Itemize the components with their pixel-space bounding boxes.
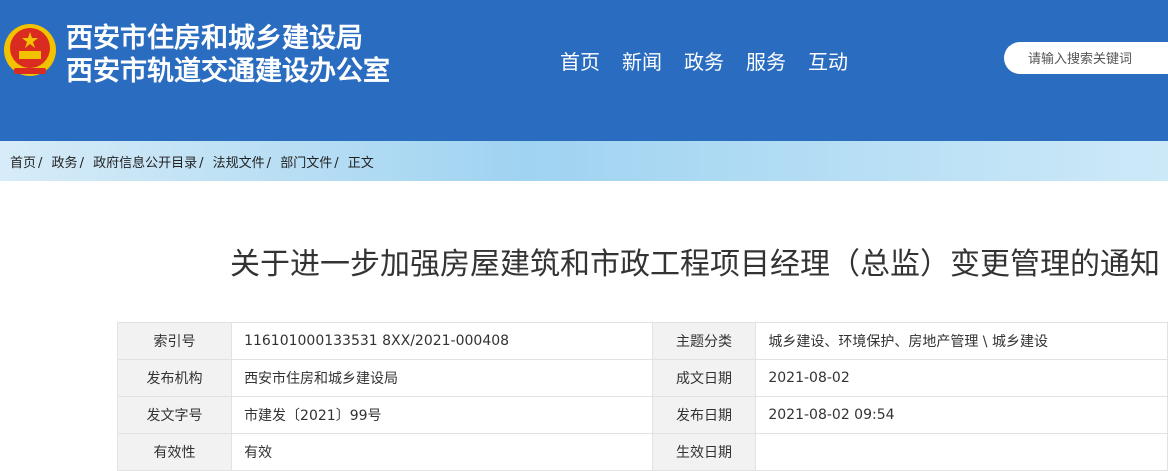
meta-label: 发布日期 xyxy=(651,396,757,434)
main-nav: 首页 新闻 政务 服务 互动 xyxy=(560,48,848,78)
document-title: 关于进一步加强房屋建筑和市政工程项目经理（总监）变更管理的通知 xyxy=(230,247,1160,282)
nav-affairs[interactable]: 政务 xyxy=(684,48,724,78)
document-meta-table: 索引号 116101000133531 8XX/2021-000408 主题分类… xyxy=(116,322,1168,471)
meta-value xyxy=(755,433,1168,471)
meta-label: 成文日期 xyxy=(651,359,757,397)
nav-service[interactable]: 服务 xyxy=(746,48,786,78)
search-box xyxy=(1004,42,1168,74)
org-name-line1[interactable]: 西安市住房和城乡建设局 xyxy=(66,23,363,55)
table-row: 发布机构 西安市住房和城乡建设局 成文日期 2021-08-02 xyxy=(116,359,1168,397)
meta-label: 生效日期 xyxy=(651,433,757,471)
meta-value: 城乡建设、环境保护、房地产管理 \ 城乡建设 xyxy=(755,322,1168,360)
breadcrumb-home[interactable]: 首页 xyxy=(10,156,36,171)
meta-value: 2021-08-02 09:54 xyxy=(755,396,1168,434)
breadcrumb-affairs[interactable]: 政务 xyxy=(52,156,78,171)
breadcrumb-separator: / xyxy=(334,156,339,171)
breadcrumb-disclosure[interactable]: 政府信息公开目录 xyxy=(93,156,197,171)
nav-home[interactable]: 首页 xyxy=(560,48,600,78)
meta-value: 2021-08-02 xyxy=(755,359,1168,397)
meta-value: 有效 xyxy=(231,433,653,471)
meta-label: 发文字号 xyxy=(116,396,233,434)
org-name-line2[interactable]: 西安市轨道交通建设办公室 xyxy=(66,56,390,88)
table-row: 索引号 116101000133531 8XX/2021-000408 主题分类… xyxy=(116,322,1168,360)
breadcrumb-current: 正文 xyxy=(347,156,374,171)
table-row: 发文字号 市建发〔2021〕99号 发布日期 2021-08-02 09:54 xyxy=(116,396,1168,434)
nav-interaction[interactable]: 互动 xyxy=(808,48,848,78)
site-header: 西安市住房和城乡建设局 西安市轨道交通建设办公室 首页 新闻 政务 服务 互动 xyxy=(0,0,1168,141)
breadcrumb-bar: 首页 / 政务 / 政府信息公开目录 / 法规文件 / 部门文件 / 正文 xyxy=(0,141,1168,181)
breadcrumb-regulations[interactable]: 法规文件 xyxy=(213,156,265,171)
nav-news[interactable]: 新闻 xyxy=(622,48,662,78)
meta-value: 116101000133531 8XX/2021-000408 xyxy=(231,322,653,360)
meta-label: 索引号 xyxy=(116,322,233,360)
breadcrumb-separator: / xyxy=(199,156,204,171)
meta-label: 发布机构 xyxy=(116,359,233,397)
meta-label: 有效性 xyxy=(116,433,233,471)
breadcrumb-separator: / xyxy=(79,156,84,171)
meta-value: 西安市住房和城乡建设局 xyxy=(231,359,653,397)
table-row: 有效性 有效 生效日期 xyxy=(116,433,1168,471)
breadcrumb-separator: / xyxy=(38,156,43,171)
breadcrumb-dept-files[interactable]: 部门文件 xyxy=(280,156,332,171)
breadcrumb: 首页 / 政务 / 政府信息公开目录 / 法规文件 / 部门文件 / 正文 xyxy=(10,152,374,171)
national-emblem-icon xyxy=(4,24,56,76)
meta-value: 市建发〔2021〕99号 xyxy=(231,396,653,434)
breadcrumb-separator: / xyxy=(266,156,272,171)
search-input[interactable] xyxy=(1026,48,1168,70)
meta-label: 主题分类 xyxy=(651,322,757,360)
